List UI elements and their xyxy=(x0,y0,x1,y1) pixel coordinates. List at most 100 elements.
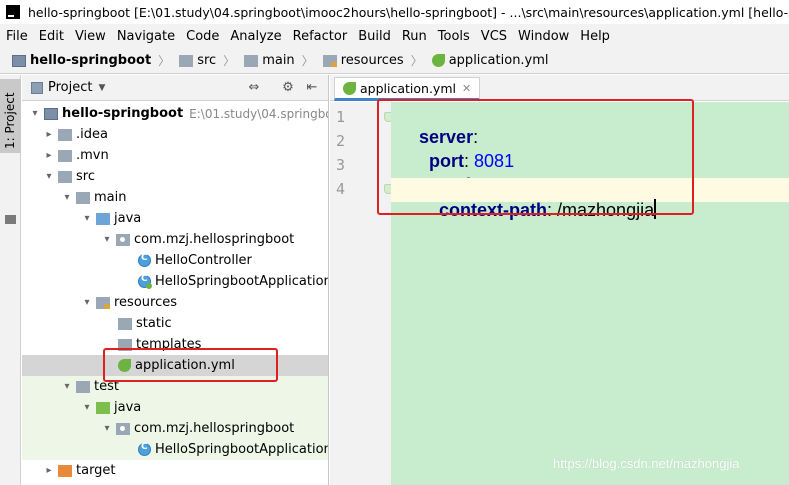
tree-node-label: java xyxy=(114,211,142,226)
menu-file[interactable]: File xyxy=(0,29,33,44)
module-icon xyxy=(44,107,58,120)
gear-icon[interactable]: ⚙ xyxy=(280,80,296,96)
tree-node-package-test[interactable]: ▾ com.mzj.hellospringboot xyxy=(22,418,328,439)
project-panel-header: Project ▼ ⇔ ⚙ ⇤ xyxy=(22,75,328,101)
menu-code[interactable]: Code xyxy=(180,29,224,44)
expand-arrow-icon[interactable]: ▾ xyxy=(82,297,92,308)
tab-label: application.yml xyxy=(360,80,456,96)
menu-tools[interactable]: Tools xyxy=(432,29,475,44)
tree-node-label: main xyxy=(94,190,127,205)
spring-boot-class-icon xyxy=(138,274,152,289)
menu-help[interactable]: Help xyxy=(574,29,615,44)
title-bar: hello-springboot [E:\01.study\04.springb… xyxy=(0,0,789,24)
breadcrumb-project[interactable]: hello-springboot xyxy=(8,53,151,68)
close-icon[interactable]: ✕ xyxy=(462,82,471,95)
tab-application-yml[interactable]: application.yml ✕ xyxy=(334,77,481,101)
folder-icon xyxy=(244,54,259,67)
tree-node-hello-controller[interactable]: HelloController xyxy=(22,250,328,271)
code-line-3[interactable]: servlet: xyxy=(391,154,789,195)
tree-node-label: target xyxy=(76,463,116,478)
expand-arrow-icon[interactable]: ▾ xyxy=(44,171,54,182)
line-number: 3 xyxy=(335,156,345,174)
code-line-1[interactable]: server: xyxy=(391,106,789,147)
tree-node-path: E:\01.study\04.springboot\i xyxy=(189,106,328,121)
collapse-all-icon[interactable]: ⇔ xyxy=(246,80,262,96)
tree-node-package-main[interactable]: ▾ com.mzj.hellospringboot xyxy=(22,229,328,250)
expand-arrow-icon[interactable]: ▸ xyxy=(44,465,54,476)
line-number: 2 xyxy=(335,132,345,150)
tree-node-static[interactable]: static xyxy=(22,313,328,334)
breadcrumb-separator-icon: 〉 xyxy=(301,54,314,68)
expand-arrow-icon[interactable]: ▾ xyxy=(102,234,112,245)
menu-window[interactable]: Window xyxy=(512,29,574,44)
breadcrumb-src[interactable]: src xyxy=(175,53,216,68)
tree-node-label: java xyxy=(114,400,142,415)
menu-edit[interactable]: Edit xyxy=(33,29,69,44)
expand-arrow-icon[interactable]: ▾ xyxy=(102,423,112,434)
editor-tab-bar: application.yml ✕ xyxy=(330,75,789,101)
tree-node-application-yml[interactable]: application.yml xyxy=(22,355,328,376)
project-tool-button[interactable]: 1: Project xyxy=(0,79,21,153)
expand-arrow-icon[interactable]: ▸ xyxy=(44,129,54,140)
tree-node-label: HelloController xyxy=(155,253,252,268)
tree-node-java-test[interactable]: ▾ java xyxy=(22,397,328,418)
tree-node-label: resources xyxy=(114,295,178,310)
navigation-bar: hello-springboot 〉 src 〉 main 〉 resource… xyxy=(0,48,789,74)
breadcrumb-resources-label: resources xyxy=(340,53,404,68)
spring-yaml-icon xyxy=(118,359,131,372)
tree-node-application-class[interactable]: HelloSpringbootApplication xyxy=(22,271,328,292)
tree-node-src[interactable]: ▾ src xyxy=(22,166,328,187)
tree-node-test-class[interactable]: HelloSpringbootApplicationT xyxy=(22,439,328,460)
folder-icon xyxy=(58,170,72,183)
test-folder-icon xyxy=(96,401,110,414)
test-class-icon xyxy=(138,442,151,456)
folder-icon xyxy=(179,54,194,67)
line-number: 1 xyxy=(335,108,345,126)
expand-arrow-icon[interactable]: ▾ xyxy=(82,402,92,413)
tree-node-resources[interactable]: ▾ resources xyxy=(22,292,328,313)
yaml-colon: : xyxy=(547,200,558,220)
project-panel-title[interactable]: Project xyxy=(48,80,92,95)
folder-icon xyxy=(58,149,72,162)
editor-gutter: 1 2 3 4 xyxy=(330,102,393,485)
code-line-2[interactable]: port: 8081 xyxy=(391,130,789,171)
tree-node-java-main[interactable]: ▾ java xyxy=(22,208,328,229)
tree-node-main[interactable]: ▾ main xyxy=(22,187,328,208)
tree-node-test[interactable]: ▾ test xyxy=(22,376,328,397)
expand-arrow-icon[interactable]: ▾ xyxy=(30,108,40,119)
menu-refactor[interactable]: Refactor xyxy=(287,29,353,44)
breadcrumb-separator-icon: 〉 xyxy=(223,54,236,68)
tree-node-label: templates xyxy=(136,337,202,352)
menu-navigate[interactable]: Navigate xyxy=(111,29,180,44)
project-panel: Project ▼ ⇔ ⚙ ⇤ ▾ hello-springboot E:\01… xyxy=(22,75,329,485)
tree-node-templates[interactable]: templates xyxy=(22,334,328,355)
expand-arrow-icon[interactable]: ▾ xyxy=(82,213,92,224)
tree-node-idea[interactable]: ▸ .idea xyxy=(22,124,328,145)
code-line-4[interactable]: context-path: /mazhongjia xyxy=(391,178,789,220)
expand-arrow-icon[interactable]: ▾ xyxy=(62,192,72,203)
expand-arrow-icon[interactable]: ▾ xyxy=(62,381,72,392)
expand-arrow-icon[interactable]: ▸ xyxy=(44,150,54,161)
menu-run[interactable]: Run xyxy=(396,29,432,44)
breadcrumb-separator-icon: 〉 xyxy=(158,54,171,68)
tree-node-label: .mvn xyxy=(76,148,109,163)
breadcrumb-main[interactable]: main xyxy=(240,53,295,68)
menu-view[interactable]: View xyxy=(69,29,111,44)
hide-panel-icon[interactable]: ⇤ xyxy=(304,80,320,96)
view-mode-dropdown-icon[interactable]: ▼ xyxy=(98,83,105,93)
breadcrumb-file-label: application.yml xyxy=(448,53,549,68)
code-editor[interactable]: server: port: 8081 servlet: context-path… xyxy=(391,102,789,485)
tree-node-target[interactable]: ▸ target xyxy=(22,460,328,481)
tree-node-project-root[interactable]: ▾ hello-springboot E:\01.study\04.spring… xyxy=(22,103,328,124)
text-caret xyxy=(654,199,657,219)
breadcrumb-resources[interactable]: resources xyxy=(319,53,404,68)
breadcrumb-file[interactable]: application.yml xyxy=(428,53,549,68)
menu-analyze[interactable]: Analyze xyxy=(224,29,286,44)
menu-build[interactable]: Build xyxy=(352,29,396,44)
menu-vcs[interactable]: VCS xyxy=(475,29,512,44)
tree-node-mvn[interactable]: ▸ .mvn xyxy=(22,145,328,166)
yaml-value: /mazhongjia xyxy=(557,200,655,220)
tree-node-label: src xyxy=(76,169,95,184)
watermark: https://blog.csdn.net/mazhongjia xyxy=(553,456,740,471)
project-tool-label: 1: Project xyxy=(3,92,17,149)
